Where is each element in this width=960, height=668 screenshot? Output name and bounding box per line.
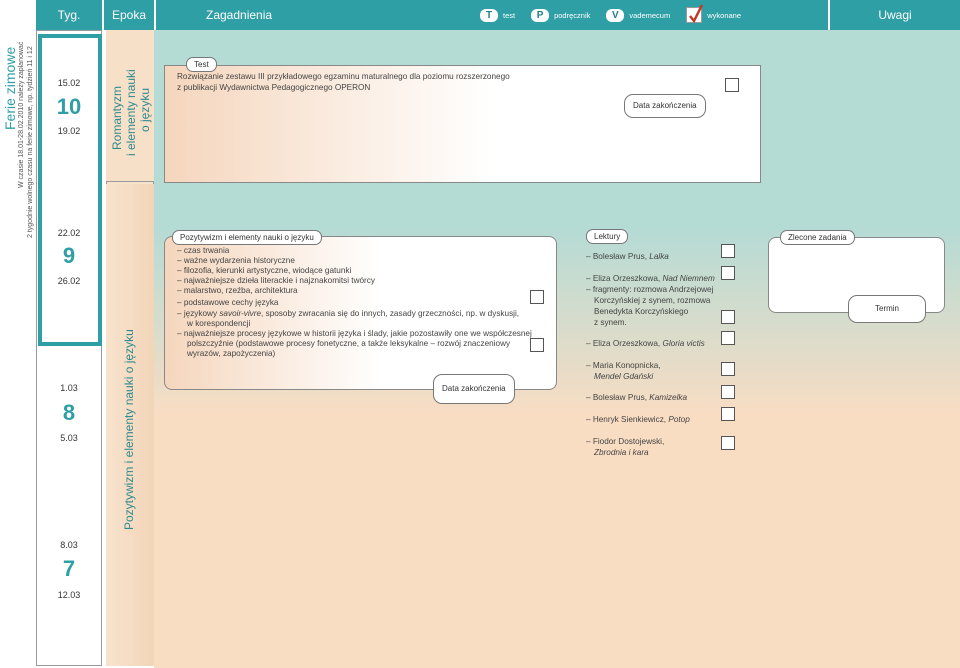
lektura-7-title: Zbrodnia i kara [594,448,649,457]
legend: T test P podręcznik V vademecum wykonane [480,0,757,30]
lektura-2-author: – Eliza Orzeszkowa, [586,274,661,283]
topics-deadline[interactable]: Data zakończenia [433,374,515,404]
header-tyg-label: Tyg. [57,8,81,22]
legend-podrecznik-badge: P [531,8,550,22]
topics-tag: Pozytywizm i elementy nauki o języku [172,230,322,245]
test-checkbox[interactable] [725,78,739,92]
topic-line-8: w korespondencji [187,319,251,328]
week-8-end: 5.03 [60,433,78,443]
epoka-pozytywizm-label: Pozytywizm i elementy nauki o języku [122,329,136,530]
topic-line-1: – czas trwania [177,246,230,255]
ferie-title: Ferie zimowe [2,46,18,130]
lektura-2-sub-4: z synem. [594,318,627,327]
lektura-4-author: – Maria Konopnicka, [586,361,661,370]
ferie-note-2: 2 tygodnie wolnego czasu na ferie zimowe… [27,46,34,238]
lektura-5-title: Kamizelka [649,393,688,402]
legend-podrecznik-label: podręcznik [554,10,591,20]
topic-line-9: – najważniejsze procesy językowe w histo… [177,329,532,338]
lektura-3: – Eliza Orzeszkowa, Gloria victis [586,339,705,349]
header-tyg: Tyg. [36,0,102,30]
lektura-2-sub-checkbox[interactable] [721,310,735,324]
topic-line-7-c: , sposoby zwracania się do innych, zasad… [261,309,520,318]
lektura-1: – Bolesław Prus, Lalka [586,252,669,262]
week-10-end: 19.02 [57,126,81,136]
week-9-number: 9 [62,243,76,268]
lektura-6: – Henryk Sienkiewicz, Potop [586,415,690,425]
legend-vademecum-badge: V [606,8,625,22]
lektura-1-checkbox[interactable] [721,244,735,258]
week-8-start: 1.03 [60,383,78,393]
test-deadline[interactable]: Data zakończenia [624,94,706,118]
topic-line-7-b: savoir-vivre [219,309,262,318]
lektura-2: – Eliza Orzeszkowa, Nad Niemnem [586,274,715,284]
topics-checkbox-1[interactable] [530,290,544,304]
lektura-5-author: – Bolesław Prus, [586,393,647,402]
week-8-number: 8 [62,400,76,425]
legend-wykonane-label: wykonane [707,10,742,20]
topic-line-4: – najważniejsze dzieła literackie i najz… [177,276,375,285]
header-epoka: Epoka [104,0,154,30]
topic-line-11: wyrazów, zapożyczenia) [187,349,276,358]
lektura-6-checkbox[interactable] [721,407,735,421]
test-line-1: Rozwiązanie zestawu III przykładowego eg… [177,72,510,81]
week-7-number: 7 [62,556,76,581]
topic-line-2: – ważne wydarzenia historyczne [177,256,295,265]
test-line-2: z publikacji Wydawnictwa Pedagogicznego … [177,83,371,92]
week-7-start: 8.03 [60,540,78,550]
ferie-note-1: W czasie 18.01-28.02.2010 należy zaplano… [18,41,25,188]
lektura-5: – Bolesław Prus, Kamizelka [586,393,687,403]
topic-line-7-a: – językowy [177,309,218,318]
lektura-7-checkbox[interactable] [721,436,735,450]
zlecone-termin[interactable]: Termin [848,295,927,323]
lektura-2-checkbox[interactable] [721,266,735,280]
topic-line-6: – podstawowe cechy języka [177,298,279,307]
lektura-6-author: – Henryk Sienkiewicz, [586,415,667,424]
lektura-2-sub-1: – fragmenty: rozmowa Andrzejowej [586,285,714,294]
lektura-7-author: – Fiodor Dostojewski, [586,437,665,446]
lektura-5-checkbox[interactable] [721,385,735,399]
lektura-3-checkbox[interactable] [721,331,735,345]
header-epoka-label: Epoka [111,8,147,22]
epoka-romantyzm-line3: o języku [138,87,152,132]
lektura-3-title: Gloria victis [662,339,705,348]
header-zagadnienia-label: Zagadnienia [206,8,273,22]
lektura-2-sub-2: Korczyńskiej z synem, rozmowa [594,296,711,305]
week-7-end: 12.03 [57,590,81,600]
lektura-3-author: – Eliza Orzeszkowa, [586,339,661,348]
lektura-1-title: Lalka [649,252,669,261]
header-uwagi-label: Uwagi [878,8,912,22]
topic-line-10: polszczyźnie (podstawowe procesy fonetyc… [187,339,511,348]
week-10-number: 10 [56,94,82,119]
topic-line-7: – językowy savoir-vivre, sposoby zwracan… [177,309,519,319]
epoka-romantyzm-line2: i elementy nauki [124,69,138,156]
topics-checkbox-2[interactable] [530,338,544,352]
band-separator [154,184,960,208]
epoka-romantyzm-line1: Romantyzm [110,85,124,150]
header-uwagi: Uwagi [830,0,960,30]
topic-line-3: – filozofia, kierunki artystyczne, wiodą… [177,266,352,275]
lektura-2-title: Nad Niemnem [662,274,715,283]
topic-line-5: – malarstwo, rzeźba, architektura [177,286,298,295]
legend-vademecum-label: vademecum [629,10,671,20]
week-9-end: 26.02 [57,276,81,286]
lektura-1-author: – Bolesław Prus, [586,252,647,261]
lektura-6-title: Potop [668,415,690,424]
week-10-start: 15.02 [57,78,81,88]
lektura-4-checkbox[interactable] [721,362,735,376]
checkmark-icon [686,4,704,24]
lektury-tag: Lektury [586,229,629,244]
test-tag: Test [186,57,217,72]
zlecone-tag: Zlecone zadania [780,230,855,245]
lektura-2-sub-3: Benedykta Korczyńskiego [594,307,689,316]
lektura-4-title: Mendel Gdański [594,372,654,381]
legend-test-label: test [503,10,516,20]
legend-test-badge: T [480,8,498,22]
week-9-start: 22.02 [57,228,81,238]
